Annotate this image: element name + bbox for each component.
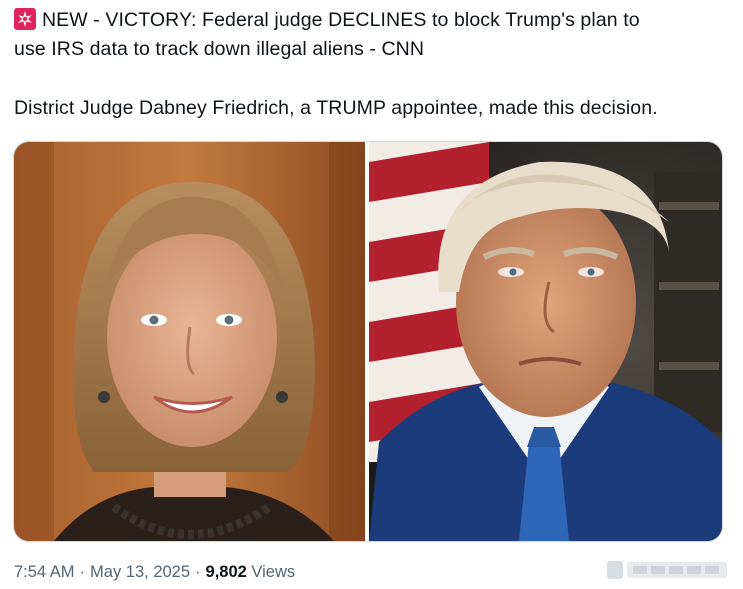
portrait-man-flag-photo[interactable] — [369, 142, 722, 541]
police-siren-icon — [14, 8, 36, 30]
tweet-text-line-2: use IRS data to track down illegal alien… — [14, 38, 425, 60]
tweet-meta: 7:54 AM · May 13, 2025 · 9,802 Views — [14, 563, 296, 581]
media-grid[interactable] — [13, 141, 723, 542]
tweet-text-line-1: NEW - VICTORY: Federal judge DECLINES to… — [42, 9, 640, 31]
tweet-time-link[interactable]: 7:54 AM — [14, 563, 75, 581]
tweet-text: NEW - VICTORY: Federal judge DECLINES to… — [14, 6, 734, 123]
views-count: 9,802 — [205, 563, 247, 581]
views-label: Views — [251, 563, 296, 581]
tweet-line-1: NEW - VICTORY: Federal judge DECLINES to… — [14, 6, 734, 35]
tweet-text-line-3: District Judge Dabney Friedrich, a TRUMP… — [14, 97, 658, 119]
tweet-date-link[interactable]: May 13, 2025 — [90, 563, 190, 581]
portrait-woman-photo[interactable] — [14, 142, 365, 541]
watermark-logo — [607, 559, 735, 581]
